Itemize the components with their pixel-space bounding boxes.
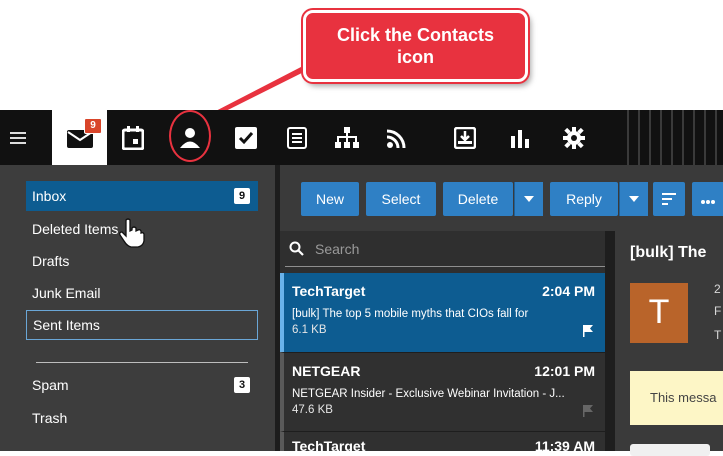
feeds-icon[interactable]: [372, 110, 422, 165]
chevron-down-icon: [629, 196, 639, 202]
message-time: 11:39 AM: [534, 438, 595, 454]
sidebar-item-sent[interactable]: Sent Items: [26, 310, 258, 340]
org-chart-icon[interactable]: [322, 110, 372, 165]
menu-icon[interactable]: [0, 110, 36, 165]
new-button[interactable]: New: [301, 182, 359, 216]
flag-icon[interactable]: [583, 325, 593, 337]
sidebar-item-label: Deleted Items: [32, 221, 119, 237]
message-size: 47.6 KB: [292, 404, 333, 416]
message-subject: NETGEAR Insider - Exclusive Webinar Invi…: [292, 388, 565, 400]
sidebar-item-trash[interactable]: Trash: [26, 403, 258, 433]
avatar: T: [630, 283, 688, 343]
reports-icon[interactable]: [496, 110, 546, 165]
instruction-callout: Click the Contacts icon: [303, 10, 528, 82]
list-divider: [605, 231, 615, 451]
hand-cursor-icon: [119, 218, 145, 248]
sidebar-item-label: Inbox: [32, 188, 67, 204]
meta-to: T: [714, 328, 722, 342]
delete-button[interactable]: Delete: [443, 182, 513, 216]
message-title: [bulk] The: [630, 244, 707, 261]
callout-line-1: Click the Contacts: [336, 25, 495, 45]
message-sender: TechTarget: [292, 283, 366, 299]
list-item[interactable]: NETGEAR 12:01 PM NETGEAR Insider - Exclu…: [280, 352, 605, 431]
tasks-icon[interactable]: [221, 110, 271, 165]
sidebar-item-inbox[interactable]: Inbox 9: [26, 181, 258, 211]
callout-line-2: icon: [396, 47, 434, 67]
sort-icon: [662, 193, 676, 205]
message-time: 12:01 PM: [534, 363, 595, 379]
app-nav-bar: [0, 110, 723, 165]
meta-date: 2: [714, 282, 721, 296]
sort-button[interactable]: [653, 182, 685, 216]
message-notice: This messa: [630, 371, 723, 425]
message-sender: TechTarget: [292, 438, 366, 454]
notes-icon[interactable]: [272, 110, 322, 165]
sidebar-item-drafts[interactable]: Drafts: [26, 246, 258, 276]
search-placeholder: Search: [315, 241, 360, 257]
nav-overflow-pattern: [618, 110, 723, 165]
search-input[interactable]: Search: [285, 236, 605, 267]
sidebar-item-junk[interactable]: Junk Email: [26, 278, 258, 308]
highlight-ring: [169, 110, 211, 162]
action-button[interactable]: [630, 444, 710, 456]
sidebar-item-label: Spam: [32, 377, 69, 393]
list-item[interactable]: TechTarget 2:04 PM [bulk] The top 5 mobi…: [280, 273, 605, 352]
reply-button[interactable]: Reply: [550, 182, 618, 216]
unread-badge: 9: [84, 118, 102, 134]
more-button[interactable]: [692, 182, 723, 216]
more-icon: [700, 200, 715, 204]
spam-count: 3: [234, 377, 250, 393]
sidebar-item-spam[interactable]: Spam 3: [26, 370, 258, 400]
chevron-down-icon: [524, 196, 534, 202]
sidebar-item-label: Drafts: [32, 253, 70, 269]
message-sender: NETGEAR: [292, 363, 361, 379]
select-button[interactable]: Select: [366, 182, 436, 216]
calendar-icon[interactable]: [108, 110, 158, 165]
settings-icon[interactable]: [549, 110, 599, 165]
delete-dropdown[interactable]: [514, 182, 543, 216]
message-size: 6.1 KB: [292, 324, 327, 336]
inbox-count: 9: [234, 188, 250, 204]
meta-from: F: [714, 304, 722, 318]
sidebar-item-label: Junk Email: [32, 285, 101, 301]
sidebar-item-label: Sent Items: [33, 317, 100, 333]
flag-icon[interactable]: [583, 405, 593, 417]
message-time: 2:04 PM: [542, 283, 595, 299]
sidebar-divider: [36, 362, 248, 363]
folder-sidebar: Inbox 9 Deleted Items Drafts Junk Email …: [0, 165, 275, 451]
archive-icon[interactable]: [440, 110, 490, 165]
list-item[interactable]: TechTarget 11:39 AM: [280, 431, 605, 454]
message-subject: [bulk] The top 5 mobile myths that CIOs …: [292, 308, 529, 320]
search-icon: [289, 241, 304, 256]
reply-dropdown[interactable]: [619, 182, 648, 216]
sidebar-item-label: Trash: [32, 410, 68, 426]
